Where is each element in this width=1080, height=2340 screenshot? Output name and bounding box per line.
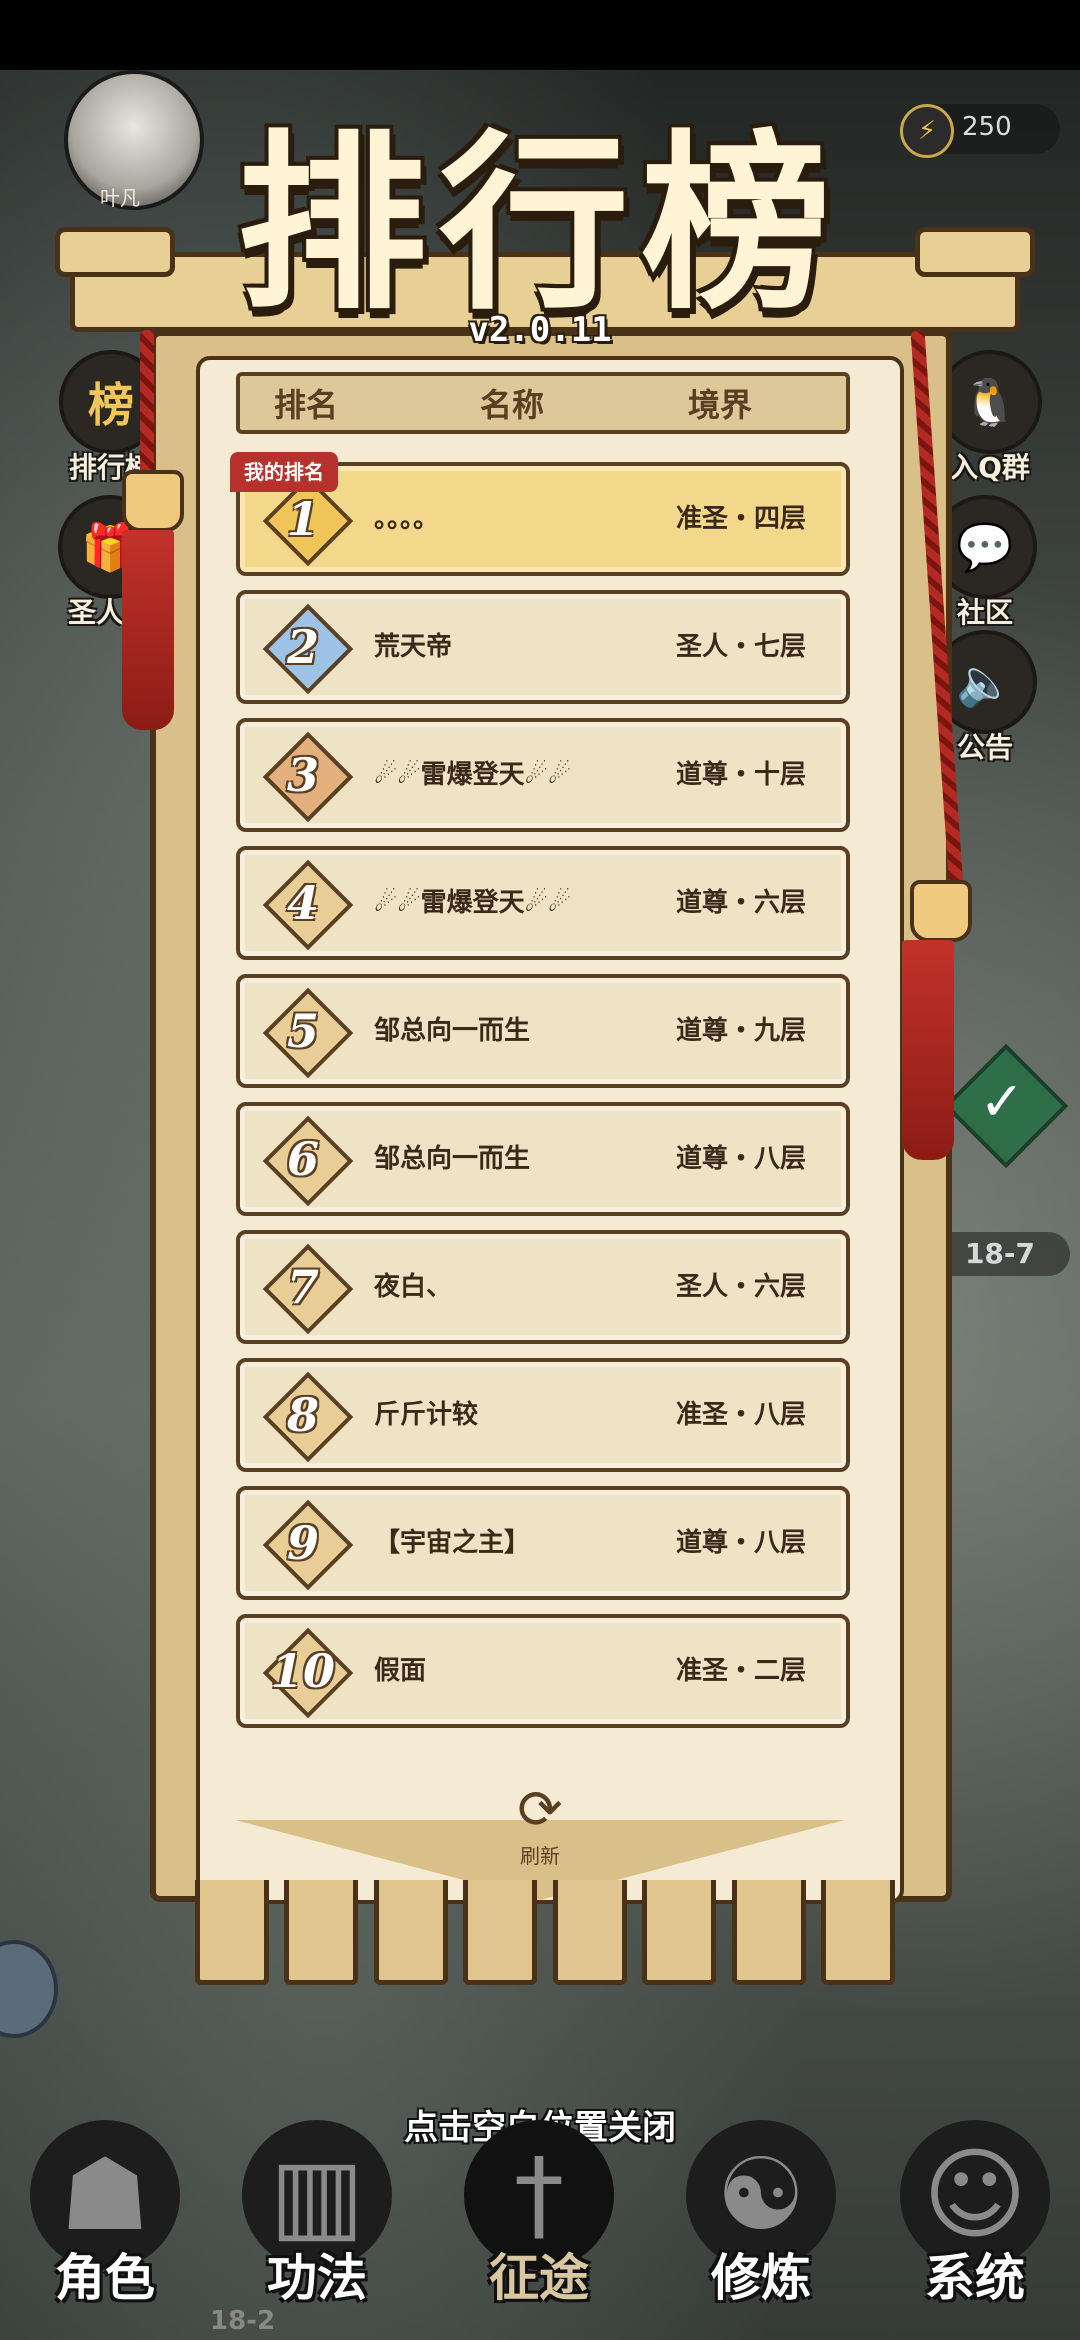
- refresh-button[interactable]: ⟳ 刷新: [500, 1780, 580, 1869]
- version-label: v2.0.11: [468, 310, 612, 350]
- player-name-cell: 夜白、: [374, 1272, 453, 1302]
- table-row[interactable]: 3 ☄☄雷爆登天☄☄ 道尊・十层: [236, 718, 850, 832]
- player-name-cell: 邹总向一而生: [374, 1016, 531, 1046]
- player-name-cell: 假面: [374, 1656, 427, 1686]
- realm-cell: 道尊・六层: [675, 888, 806, 918]
- realm-cell: 道尊・十层: [675, 760, 806, 790]
- player-name-cell: ☄☄雷爆登天☄☄: [374, 760, 572, 790]
- sword-icon: †: [514, 2136, 564, 2253]
- player-name-cell: 斤斤计较: [374, 1400, 479, 1430]
- table-row[interactable]: 9 【宇宙之主】 道尊・八层: [236, 1486, 850, 1600]
- table-row[interactable]: 7 夜白、 圣人・六层: [236, 1230, 850, 1344]
- rank-number: 5: [286, 1004, 319, 1058]
- refresh-icon: ⟳: [517, 1778, 563, 1841]
- rank-number: 8: [286, 1388, 319, 1442]
- table-row[interactable]: 8 斤斤计较 准圣・八层: [236, 1358, 850, 1472]
- rank-number: 6: [286, 1132, 319, 1186]
- rank-number: 4: [286, 876, 319, 930]
- nav-system[interactable]: ☺ 系统: [870, 2120, 1070, 2340]
- realm-cell: 准圣・四层: [675, 504, 806, 534]
- table-header: 排名 名称 境界: [236, 372, 850, 434]
- table-row[interactable]: 2 荒天帝 圣人・七层: [236, 590, 850, 704]
- nav-role[interactable]: ☗ 角色: [0, 2120, 200, 2340]
- hooded-figure-icon: ☗: [60, 2136, 150, 2253]
- realm-cell: 准圣・二层: [675, 1656, 806, 1686]
- character-face-icon: ☺: [922, 2136, 1028, 2253]
- nav-journey[interactable]: † 征途: [434, 2120, 634, 2340]
- rank-number: 7: [286, 1260, 319, 1314]
- realm-cell: 圣人・七层: [675, 632, 806, 662]
- book-icon: ▥: [269, 2136, 365, 2253]
- rank-number: 10: [270, 1644, 335, 1698]
- player-name-cell: 邹总向一而生: [374, 1144, 531, 1174]
- page-title: 排行榜: [236, 112, 843, 335]
- col-realm: 境界: [688, 386, 753, 424]
- nav-cultivate[interactable]: ☯ 修炼: [656, 2120, 856, 2340]
- rank-number: 3: [286, 748, 319, 802]
- player-name-cell: ☄☄雷爆登天☄☄: [374, 888, 572, 918]
- realm-cell: 圣人・六层: [675, 1272, 806, 1302]
- my-rank-tag: 我的排名: [230, 452, 338, 492]
- realm-cell: 道尊・八层: [675, 1528, 806, 1558]
- realm-cell: 道尊・九层: [675, 1016, 806, 1046]
- rank-number: 9: [286, 1516, 319, 1570]
- player-name-cell: 。。。。: [374, 504, 440, 534]
- table-row[interactable]: 4 ☄☄雷爆登天☄☄ 道尊・六层: [236, 846, 850, 960]
- col-rank: 排名: [274, 386, 339, 424]
- status-bar: [0, 0, 1080, 70]
- rank-number: 2: [286, 620, 319, 674]
- table-row[interactable]: 10 假面 准圣・二层: [236, 1614, 850, 1728]
- table-row[interactable]: 5 邹总向一而生 道尊・九层: [236, 974, 850, 1088]
- player-name-cell: 【宇宙之主】: [374, 1528, 531, 1558]
- banner-fringe: [195, 1880, 895, 2000]
- bottom-nav: ☗ 角色 ▥ 功法 † 征途 ☯ 修炼 ☺ 系统: [0, 2120, 1080, 2340]
- player-name-cell: 荒天帝: [374, 632, 453, 662]
- meditating-figure-icon: ☯: [716, 2136, 806, 2253]
- penguin-icon: 🐧: [938, 350, 1042, 454]
- table-row[interactable]: 6 邹总向一而生 道尊・八层: [236, 1102, 850, 1216]
- rank-number: 1: [286, 492, 319, 546]
- col-name: 名称: [480, 386, 545, 424]
- bottom-stage-label: 18-2: [210, 2306, 276, 2336]
- realm-cell: 道尊・八层: [675, 1144, 806, 1174]
- check-icon: ✓: [979, 1070, 1025, 1133]
- realm-cell: 准圣・八层: [675, 1400, 806, 1430]
- refresh-label: 刷新: [520, 1844, 560, 1868]
